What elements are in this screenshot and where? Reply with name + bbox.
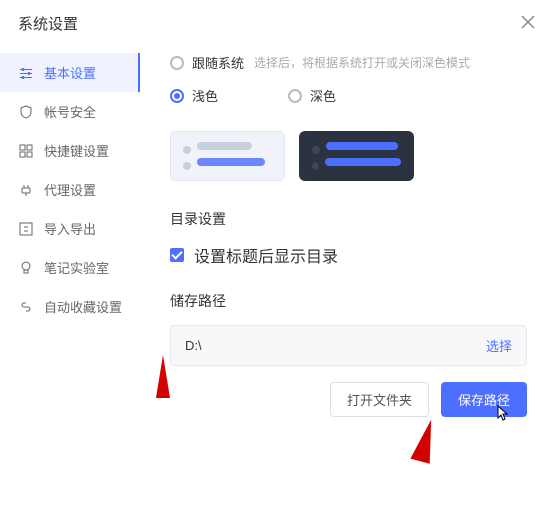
sidebar-item-basic[interactable]: 基本设置 bbox=[0, 53, 140, 92]
storage-path-box: D:\ 选择 bbox=[170, 325, 527, 366]
sidebar-item-label: 自动收藏设置 bbox=[44, 297, 122, 316]
sidebar: 基本设置 帐号安全 快捷键设置 代理设置 导入导出 笔记实验室 自动收藏设置 bbox=[0, 47, 140, 520]
shield-icon bbox=[18, 104, 34, 120]
open-folder-button[interactable]: 打开文件夹 bbox=[330, 382, 429, 417]
close-icon bbox=[521, 15, 535, 29]
cursor-pointer-icon bbox=[492, 404, 510, 426]
radio-follow-system[interactable] bbox=[170, 56, 184, 70]
radio-label: 浅色 bbox=[192, 86, 218, 105]
sidebar-item-shortcuts[interactable]: 快捷键设置 bbox=[0, 131, 140, 170]
checkbox-show-directory[interactable] bbox=[170, 248, 184, 262]
radio-label: 跟随系统 bbox=[192, 53, 244, 72]
keyboard-icon bbox=[18, 143, 34, 159]
dialog-header: 系统设置 bbox=[0, 0, 553, 47]
settings-icon bbox=[18, 65, 34, 81]
sidebar-item-label: 笔记实验室 bbox=[44, 258, 109, 277]
storage-path-value: D:\ bbox=[185, 338, 202, 353]
select-path-link[interactable]: 选择 bbox=[486, 336, 512, 355]
sidebar-item-proxy[interactable]: 代理设置 bbox=[0, 170, 140, 209]
show-directory-checkbox-row[interactable]: 设置标题后显示目录 bbox=[170, 243, 527, 267]
sidebar-item-label: 基本设置 bbox=[44, 63, 96, 82]
bulb-icon bbox=[18, 260, 34, 276]
radio-light[interactable] bbox=[170, 89, 184, 103]
theme-light-row[interactable]: 浅色 bbox=[170, 86, 218, 105]
link-icon bbox=[18, 299, 34, 315]
save-path-button[interactable]: 保存路径 bbox=[441, 382, 527, 417]
storage-section-title: 储存路径 bbox=[170, 291, 527, 311]
radio-label: 深色 bbox=[310, 86, 336, 105]
arrow-annotation bbox=[406, 414, 446, 464]
directory-section-title: 目录设置 bbox=[170, 209, 527, 229]
import-export-icon bbox=[18, 221, 34, 237]
close-button[interactable] bbox=[521, 12, 535, 35]
sidebar-item-label: 代理设置 bbox=[44, 180, 96, 199]
sidebar-item-security[interactable]: 帐号安全 bbox=[0, 92, 140, 131]
dialog-title: 系统设置 bbox=[18, 13, 78, 34]
sidebar-item-notes-lab[interactable]: 笔记实验室 bbox=[0, 248, 140, 287]
theme-dark-row[interactable]: 深色 bbox=[288, 86, 336, 105]
radio-dark[interactable] bbox=[288, 89, 302, 103]
sidebar-item-label: 快捷键设置 bbox=[44, 141, 109, 160]
radio-desc: 选择后，将根据系统打开或关闭深色模式 bbox=[254, 54, 470, 71]
sidebar-item-label: 导入导出 bbox=[44, 219, 96, 238]
theme-preview-dark[interactable] bbox=[299, 131, 414, 181]
sidebar-item-label: 帐号安全 bbox=[44, 102, 96, 121]
arrow-annotation bbox=[148, 350, 178, 400]
plug-icon bbox=[18, 182, 34, 198]
sidebar-item-import-export[interactable]: 导入导出 bbox=[0, 209, 140, 248]
theme-preview-light[interactable] bbox=[170, 131, 285, 181]
sidebar-item-auto-collect[interactable]: 自动收藏设置 bbox=[0, 287, 140, 326]
theme-follow-system-row[interactable]: 跟随系统 选择后，将根据系统打开或关闭深色模式 bbox=[170, 53, 527, 72]
checkbox-label: 设置标题后显示目录 bbox=[194, 243, 338, 267]
content-panel: 跟随系统 选择后，将根据系统打开或关闭深色模式 浅色 深色 目录设置 bbox=[140, 47, 553, 520]
